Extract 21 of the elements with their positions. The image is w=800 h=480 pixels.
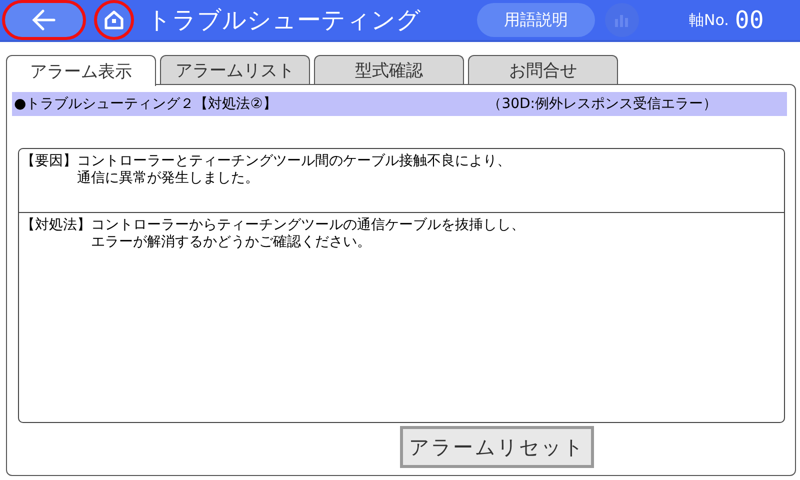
back-arrow-icon	[32, 9, 56, 31]
tab[interactable]: アラーム表示	[6, 55, 156, 86]
tab[interactable]: アラームリスト	[160, 55, 310, 84]
section-label: 【対処法】	[21, 217, 91, 235]
back-button[interactable]	[5, 3, 83, 37]
axis-number: 00	[734, 6, 764, 34]
home-icon	[104, 10, 124, 30]
section-text-line: エラーが解消するかどうかご確認ください。	[91, 234, 371, 251]
section-text-line: コントローラーからティーチングツールの通信ケーブルを抜挿しし、	[91, 217, 525, 234]
section-label: 【要因】	[21, 153, 77, 171]
tab[interactable]: お問合せ	[468, 55, 618, 84]
section-text-line: コントローラーとティーチングツール間のケーブル接触不良により、	[77, 153, 511, 170]
axis-label: 軸No.	[689, 10, 729, 30]
bar-chart-icon	[614, 13, 630, 27]
screen-title: トラブルシューティング	[147, 5, 422, 36]
tab[interactable]: 型式確認	[314, 55, 464, 84]
banner-title: ●トラブルシューティング２【対処法②】	[13, 95, 277, 113]
error-code: （30D:例外レスポンス受信エラー）	[488, 95, 717, 113]
alarm-reset-button[interactable]: アラームリセット	[400, 426, 594, 468]
home-button[interactable]	[97, 3, 131, 37]
section-text-line: 通信に異常が発生しました。	[77, 170, 259, 187]
